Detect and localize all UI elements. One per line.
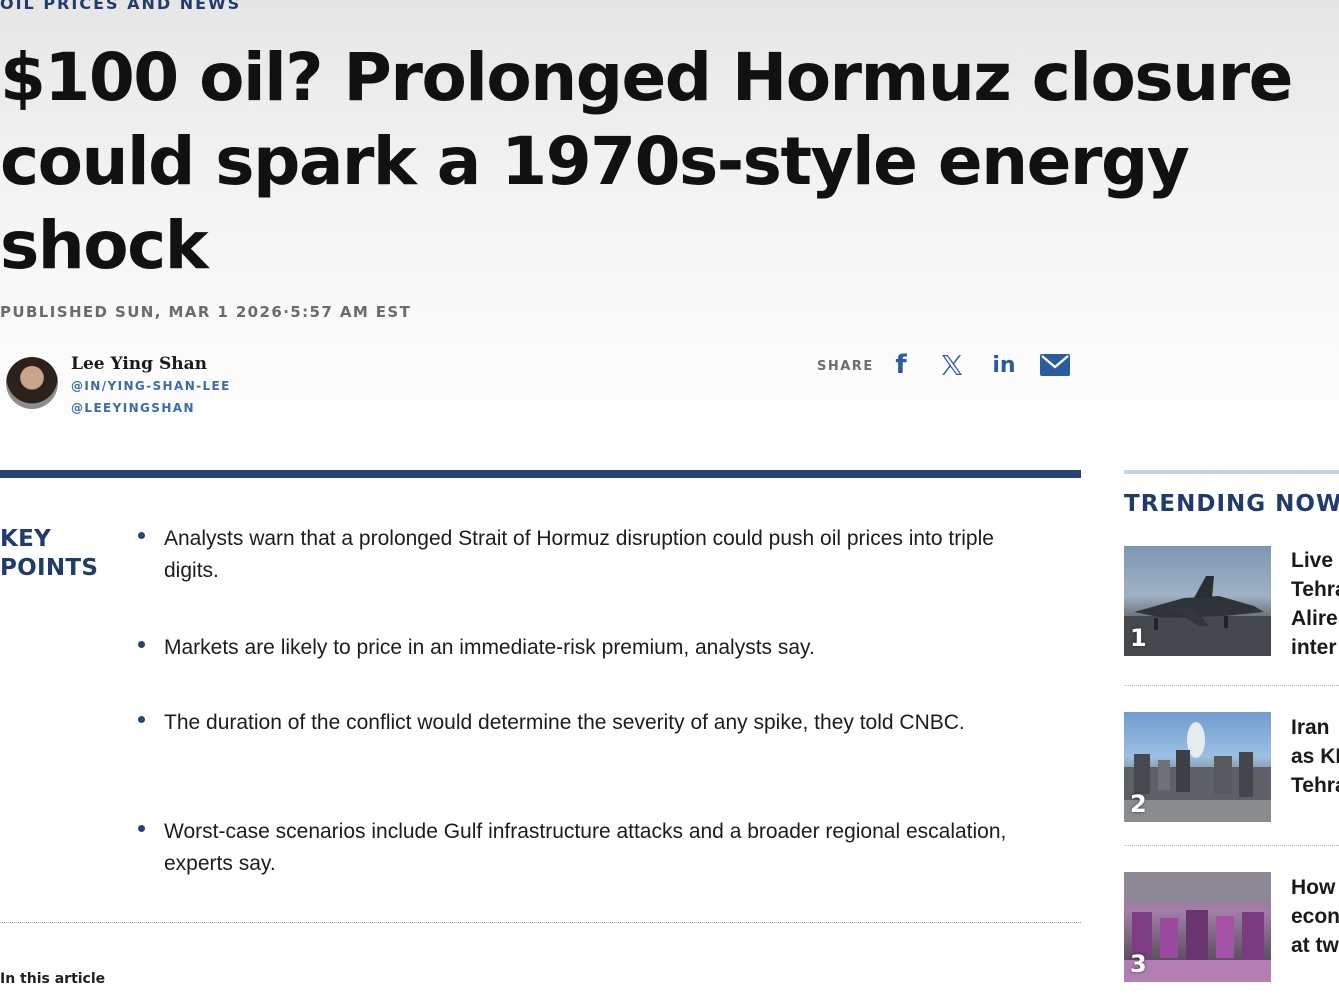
trending-headline-line: Live [1291, 549, 1334, 572]
key-point-item: The duration of the conflict would deter… [138, 707, 1038, 773]
trending-headline-3[interactable]: How econ at tw [1291, 873, 1339, 960]
key-points-label: KEY POINTS [0, 525, 98, 583]
key-point-text: Analysts warn that a prolonged Strait of… [164, 527, 994, 582]
bullet-dot [138, 532, 145, 539]
trending-rank-number: 3 [1130, 950, 1147, 978]
key-point-item: Worst-case scenarios include Gulf infras… [138, 816, 1038, 882]
section-divider [0, 922, 1081, 923]
trending-thumbnail-3[interactable]: 3 [1124, 872, 1271, 982]
key-point-text: Markets are likely to price in an immedi… [164, 636, 815, 659]
x-icon[interactable] [939, 350, 965, 380]
author-avatar[interactable] [6, 357, 58, 409]
key-point-text: The duration of the conflict would deter… [164, 711, 965, 734]
key-points-label-line1: KEY [0, 526, 52, 552]
email-icon[interactable] [1040, 350, 1070, 380]
trending-headline-line: Iran [1291, 716, 1330, 739]
trending-headline-1[interactable]: Live Tehra Alire inter [1291, 546, 1339, 662]
linkedin-icon[interactable]: in [990, 350, 1018, 380]
trending-top-rule [1124, 470, 1339, 474]
author-name-link[interactable]: Lee Ying Shan [71, 354, 207, 374]
trending-divider [1124, 685, 1339, 686]
trending-headline-line: How [1291, 876, 1336, 899]
bullet-dot [138, 641, 145, 648]
bullet-dot [138, 825, 145, 832]
trending-headline-line: Tehra [1291, 774, 1339, 797]
key-point-item: Markets are likely to price in an immedi… [138, 632, 1038, 666]
share-label: SHARE [817, 359, 874, 374]
trending-thumbnail-1[interactable]: 1 [1124, 546, 1271, 656]
in-this-article-heading: In this article [0, 971, 106, 987]
facebook-icon[interactable]: f [891, 350, 911, 380]
trending-headline-2[interactable]: Iran as KI Tehra [1291, 713, 1339, 800]
trending-now-title: TRENDING NOW [1124, 491, 1339, 517]
trending-rank-number: 2 [1130, 790, 1147, 818]
bullet-dot [138, 716, 145, 723]
trending-headline-line: Alire [1291, 607, 1338, 630]
author-linkedin-link[interactable]: @IN/YING-SHAN-LEE [71, 379, 231, 393]
trending-headline-line: inter [1291, 636, 1337, 659]
trending-headline-line: as KI [1291, 745, 1339, 768]
trending-divider [1124, 845, 1339, 846]
trending-headline-line: econ [1291, 905, 1339, 928]
trending-thumbnail-2[interactable]: 2 [1124, 712, 1271, 822]
key-point-text: Worst-case scenarios include Gulf infras… [164, 820, 1007, 875]
trending-headline-line: Tehra [1291, 578, 1339, 601]
article-headline: $100 oil? Prolonged Hormuz closure could… [0, 39, 1293, 284]
author-twitter-link[interactable]: @LEEYINGSHAN [71, 401, 195, 415]
key-points-label-line2: POINTS [0, 555, 99, 581]
section-eyebrow-link[interactable]: OIL PRICES AND NEWS [0, 0, 241, 13]
article-divider [0, 470, 1081, 478]
key-point-item: Analysts warn that a prolonged Strait of… [138, 523, 1038, 589]
trending-rank-number: 1 [1130, 624, 1147, 652]
trending-headline-line: at tw [1291, 934, 1339, 957]
published-timestamp: PUBLISHED SUN, MAR 1 2026·5:57 AM EST [0, 303, 412, 321]
